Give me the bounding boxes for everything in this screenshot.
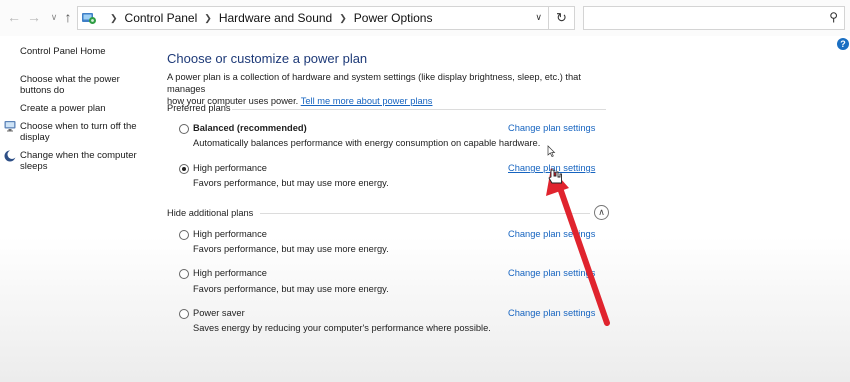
annotation-overlay [546, 145, 610, 326]
mouse-pointer-icon [547, 145, 556, 157]
hand-cursor-icon [548, 169, 562, 184]
red-arrow-shaft [557, 185, 610, 326]
